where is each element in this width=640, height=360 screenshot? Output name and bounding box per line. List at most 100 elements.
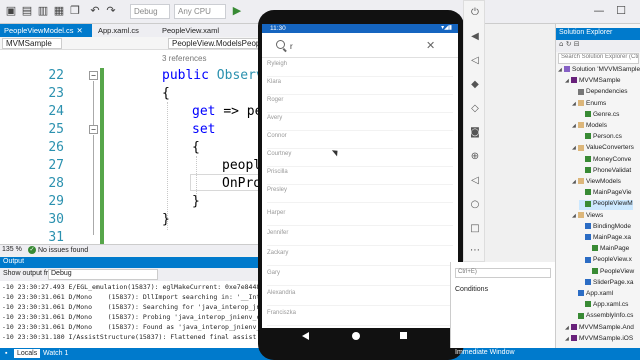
search-input[interactable] (290, 40, 420, 53)
list-item[interactable]: Gary (267, 268, 453, 286)
home-icon[interactable]: ○ (469, 199, 481, 211)
power-icon[interactable]: ⏻ (469, 7, 481, 19)
clear-icon[interactable]: ✕ (426, 39, 435, 52)
tab-peopleviewmodel[interactable]: PeopleViewModel.cs ✕ (0, 24, 92, 37)
solution-search[interactable]: Search Solution Explorer (Ctr (558, 53, 639, 64)
overview-icon[interactable] (400, 332, 407, 339)
code-line: } (162, 212, 170, 227)
start-icon[interactable]: ▶ (230, 4, 244, 18)
back-icon[interactable] (302, 332, 309, 340)
member-dropdown[interactable]: PeopleView.ModelsPeopleViewMo (168, 38, 260, 49)
collapse-icon[interactable]: − (89, 71, 98, 80)
tree-item[interactable]: Genre.cs (579, 111, 619, 121)
tree-item[interactable]: Dependencies (572, 88, 628, 98)
issues-indicator[interactable]: ✓ No issues found (28, 246, 88, 254)
output-log[interactable]: -10 23:30:27.493 E/EGL_emulation(15837):… (0, 281, 262, 348)
list-item[interactable]: Avery (267, 113, 453, 131)
list-item[interactable]: Jennifer (267, 228, 453, 246)
line-number: 27 (48, 158, 64, 173)
volume-down-icon[interactable]: ◁ (469, 55, 481, 67)
tree-item[interactable]: App.xaml.cs (579, 301, 628, 311)
tab-watch[interactable]: Watch 1 (40, 349, 71, 358)
indent-guide (167, 102, 168, 230)
tree-item[interactable]: PeopleViewM (579, 200, 633, 211)
tree-item[interactable]: ◢ Solution 'MVVMSample' (558, 66, 640, 76)
save-icon[interactable]: ▥ (36, 4, 50, 18)
tree-item[interactable]: MainPage.xa (579, 234, 631, 244)
redo-icon[interactable]: ↷ (104, 4, 118, 18)
code-text: Observ (216, 68, 262, 83)
more-icon[interactable]: ⋯ (469, 245, 481, 257)
project-dropdown[interactable]: MVMSample (2, 38, 62, 49)
tree-item[interactable]: PeopleView (586, 268, 634, 278)
tree-item[interactable]: App.xaml (572, 290, 613, 300)
tree-item[interactable]: AssemblyInfo.cs (572, 312, 633, 322)
ref-icon (578, 88, 584, 95)
tree-item[interactable]: ◢ Views (572, 212, 603, 222)
list-item[interactable]: Roger (267, 95, 453, 113)
tab-immediate-window[interactable]: Immediate Window (452, 348, 518, 357)
tree-item[interactable]: ◢ ValueConverters (572, 144, 634, 154)
tree-item-label: BindingMode (593, 222, 631, 230)
tab-app-xaml-cs[interactable]: App.xaml.cs (94, 24, 156, 37)
maximize-window-button[interactable]: ☐ (614, 4, 628, 18)
refresh-icon[interactable]: ↻ (566, 40, 572, 48)
tree-item[interactable]: ◢ Enums (572, 100, 606, 110)
close-icon[interactable]: ✕ (77, 26, 83, 35)
zoom-level[interactable]: 135 % (2, 246, 22, 253)
save-all-icon[interactable]: ▦ (52, 4, 66, 18)
tab-peopleview-xaml[interactable]: PeopleView.xaml (158, 24, 258, 37)
tree-item[interactable]: BindingMode (579, 223, 631, 233)
tree-item[interactable]: MainPage (586, 245, 629, 255)
properties-search[interactable]: Ctrl+E) (455, 268, 551, 278)
list-item[interactable]: Ryleigh (267, 59, 453, 77)
tree-item[interactable]: Person.cs (579, 133, 622, 143)
minimize-window-button[interactable]: — (592, 4, 606, 18)
tree-item[interactable]: ◢ MVVMSample.And (565, 324, 634, 334)
camera-icon[interactable]: ◙ (469, 127, 481, 139)
output-source-select[interactable]: Debug (48, 269, 158, 280)
tree-item[interactable]: PhoneValidat (579, 167, 631, 177)
rotate-left-icon[interactable]: ◆ (469, 79, 481, 91)
codelens-references[interactable]: 3 references (162, 54, 206, 63)
tree-item-label: PeopleView.x (593, 256, 632, 264)
zoom-icon[interactable]: ⊕ (469, 151, 481, 163)
tab-locals[interactable]: Locals (14, 349, 41, 358)
code-editor[interactable]: 3 references 22 23 24 25 26 27 28 29 30 … (0, 50, 262, 244)
tree-item[interactable]: PeopleView.x (579, 256, 632, 266)
list-item[interactable]: Harper (267, 208, 453, 226)
tree-item[interactable]: ◢ ViewModels (572, 178, 621, 188)
undo-icon[interactable]: ↶ (88, 4, 102, 18)
list-item[interactable]: Courtney (267, 149, 453, 167)
cs-icon (578, 312, 584, 319)
tree-item[interactable]: ◢ Models (572, 122, 607, 132)
tree-item[interactable]: ◢ MVVMSample (565, 77, 621, 87)
list-item[interactable]: Connor (267, 131, 453, 149)
android-screen[interactable]: 11:30 ▾◢▮ ✕ Ryleigh Klara Roger Avery Co… (262, 24, 458, 344)
list-item[interactable]: Alexandria (267, 288, 453, 306)
list-item[interactable]: Franciszka (267, 308, 453, 326)
copy-icon[interactable]: ❐ (68, 4, 82, 18)
collapse-icon[interactable]: − (89, 125, 98, 134)
platform-combo[interactable]: Any CPU (174, 4, 226, 19)
list-item[interactable]: Zackary (267, 248, 453, 266)
back-icon[interactable]: ◁ (469, 175, 481, 187)
tree-item[interactable]: MainPageVie (579, 189, 632, 199)
list-item[interactable]: Presley (267, 185, 453, 203)
properties-item[interactable]: Conditions (455, 286, 488, 293)
new-project-icon[interactable]: ▣ (4, 4, 18, 18)
volume-up-icon[interactable]: ◀ (469, 31, 481, 43)
tree-item[interactable]: ◢ MVVMSample.iOS (565, 335, 633, 345)
home-icon[interactable]: ⌂ (559, 40, 563, 48)
home-icon[interactable] (352, 332, 360, 340)
list-item[interactable]: Klara (267, 77, 453, 95)
configuration-combo[interactable]: Debug (130, 4, 170, 19)
collapse-all-icon[interactable]: ⊟ (574, 40, 580, 48)
tree-item[interactable]: SliderPage.xa (579, 279, 633, 289)
overview-icon[interactable]: □ (469, 223, 481, 235)
open-icon[interactable]: ▤ (20, 4, 34, 18)
tab-autos[interactable]: ▪ (2, 349, 10, 358)
rotate-right-icon[interactable]: ◇ (469, 103, 481, 115)
tree-item[interactable]: MoneyConve (579, 156, 631, 166)
list-item[interactable]: Priscilla (267, 167, 453, 185)
